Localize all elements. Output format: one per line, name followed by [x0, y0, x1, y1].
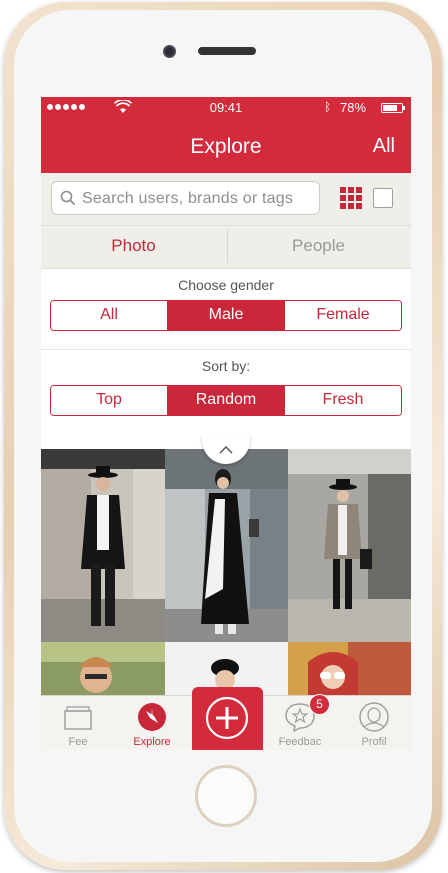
tabbar-label: Fee — [68, 736, 88, 748]
sort-selector: Top Random Fresh — [50, 385, 402, 416]
single-view-icon[interactable] — [373, 188, 393, 208]
photo-tile[interactable] — [41, 642, 165, 695]
grid-view-icon[interactable] — [340, 187, 362, 209]
app-screen: 09:41 ᛒ 78% Explore All Search users, br… — [41, 97, 411, 750]
profile-icon — [359, 702, 389, 732]
tabbar-item-explore[interactable]: Explore — [115, 696, 189, 750]
sort-random-button[interactable]: Random — [168, 386, 285, 415]
nav-bar: Explore All — [41, 119, 411, 173]
chevron-up-icon — [219, 445, 233, 454]
status-bar: 09:41 ᛒ 78% — [41, 97, 411, 119]
photo-grid — [41, 449, 411, 695]
feed-icon — [64, 706, 92, 730]
divider — [41, 349, 411, 350]
gender-label: Choose gender — [178, 277, 274, 293]
sort-top-button[interactable]: Top — [51, 386, 168, 415]
bluetooth-icon: ᛒ — [324, 100, 332, 114]
sort-fresh-button[interactable]: Fresh — [285, 386, 401, 415]
photo-tile[interactable] — [41, 449, 165, 642]
home-button[interactable] — [195, 765, 257, 827]
gender-all-button[interactable]: All — [51, 301, 168, 330]
photo-tile[interactable] — [288, 449, 411, 642]
tabbar-item-profile[interactable]: Profil — [337, 696, 411, 750]
tabbar-item-feed[interactable]: Fee — [41, 696, 115, 750]
add-icon — [205, 696, 249, 740]
tab-people[interactable]: People — [226, 226, 411, 268]
notification-badge: 5 — [309, 694, 330, 715]
sort-label: Sort by: — [201, 358, 251, 374]
page-title: Explore — [190, 135, 262, 158]
compass-icon — [138, 703, 166, 731]
earpiece-speaker — [198, 47, 256, 55]
gender-male-button[interactable]: Male — [168, 301, 285, 330]
search-placeholder: Search users, brands or tags — [82, 190, 294, 207]
photo-tile[interactable] — [165, 449, 288, 642]
photo-tile[interactable] — [288, 642, 411, 695]
tabbar-label: Profil — [361, 736, 387, 748]
all-button[interactable]: All — [373, 135, 395, 158]
search-icon — [60, 190, 76, 206]
gender-female-button[interactable]: Female — [285, 301, 401, 330]
filter-panel: Choose gender All Male Female Sort by: T… — [41, 269, 411, 449]
front-camera — [163, 45, 176, 58]
tab-photo[interactable]: Photo — [41, 226, 226, 268]
tabbar-label: Feedbac — [278, 736, 322, 748]
battery-percent: 78% — [340, 100, 367, 115]
battery-icon — [381, 103, 405, 113]
gender-selector: All Male Female — [50, 300, 402, 331]
search-bar: Search users, brands or tags — [41, 173, 411, 226]
add-post-button[interactable] — [192, 687, 263, 750]
search-input[interactable]: Search users, brands or tags — [51, 181, 320, 215]
content-tabs: Photo People — [41, 226, 411, 269]
tabbar-label: Explore — [133, 736, 171, 748]
